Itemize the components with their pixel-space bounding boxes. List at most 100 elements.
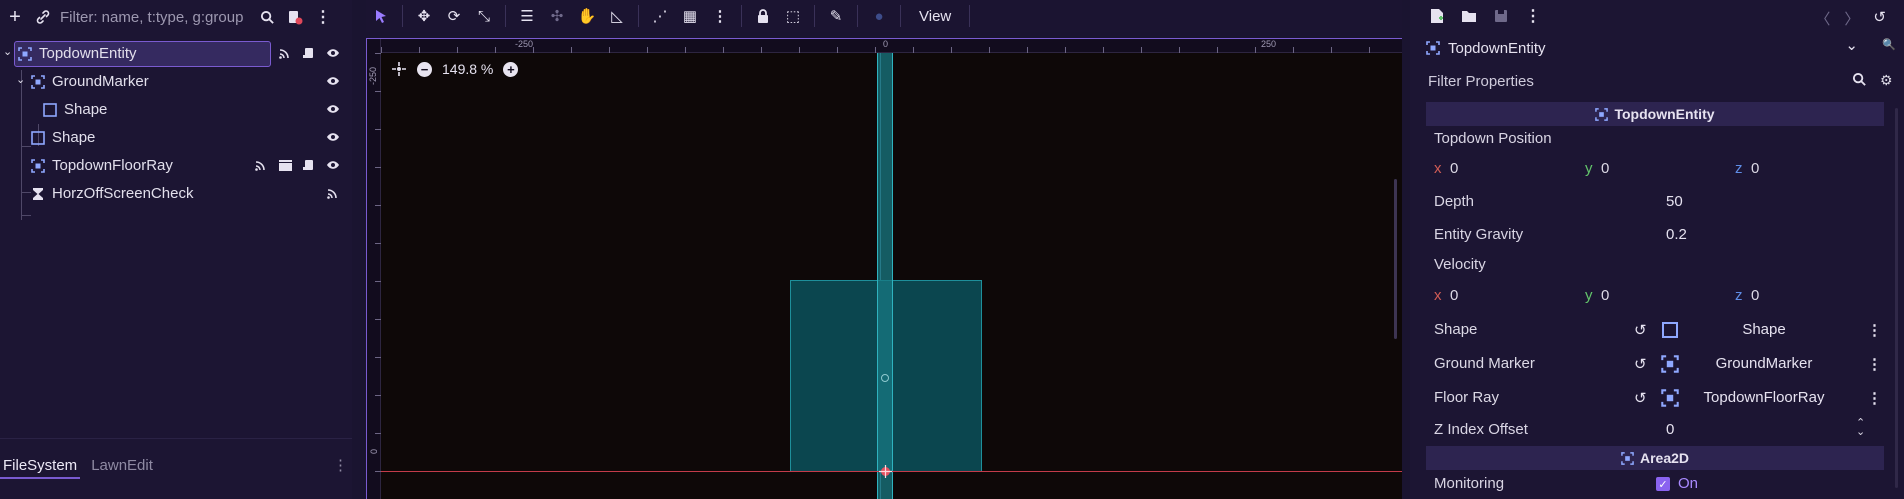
filter-properties-input[interactable] xyxy=(1428,70,1848,92)
toolbar-separator xyxy=(969,5,971,27)
inspector-scrollbar[interactable] xyxy=(1895,108,1898,488)
revert-icon[interactable]: ↺ xyxy=(1634,389,1647,407)
zoom-level[interactable]: 149.8 % xyxy=(442,61,493,77)
ruler-tick xyxy=(989,47,990,53)
search-icon[interactable] xyxy=(256,6,278,28)
smart-snap-icon[interactable]: ⋰ xyxy=(645,1,675,31)
zoom-in-button[interactable]: + xyxy=(503,61,519,77)
inspected-object-row[interactable]: TopdownEntity ⌄ 🔍 xyxy=(1426,36,1896,60)
z-value[interactable]: 0 xyxy=(1751,287,1759,304)
shape-value[interactable]: Shape xyxy=(1684,321,1844,338)
lock-icon[interactable] xyxy=(748,1,778,31)
tree-item-actions xyxy=(278,46,340,60)
spinner-arrows-icon[interactable]: ⌃ ⌄ xyxy=(1856,418,1865,438)
select-tool-icon[interactable] xyxy=(366,1,396,31)
tree-item-label: TopdownFloorRay xyxy=(52,157,173,174)
visibility-icon[interactable] xyxy=(326,130,340,144)
script-filter-icon[interactable] xyxy=(284,6,306,28)
visibility-icon[interactable] xyxy=(326,46,340,60)
bone-icon[interactable]: ✎ xyxy=(821,1,851,31)
move-tool-icon[interactable]: ✥ xyxy=(409,1,439,31)
velocity-field[interactable]: x 0 y 0 z 0 xyxy=(1434,287,1874,309)
z-value[interactable]: 0 xyxy=(1751,160,1759,177)
zoom-out-button[interactable]: − xyxy=(417,61,432,77)
script-icon[interactable] xyxy=(302,46,316,60)
view-menu[interactable]: View xyxy=(907,8,963,25)
ruler-tool-icon[interactable]: ◺ xyxy=(602,1,632,31)
floor-ray-value[interactable]: TopdownFloorRay xyxy=(1684,389,1844,406)
scene-filter-input[interactable] xyxy=(60,5,250,29)
tree-item-groundmarker[interactable]: ⌄ GroundMarker xyxy=(0,68,352,96)
forward-icon[interactable]: 〉 xyxy=(1844,8,1859,29)
link-icon[interactable] xyxy=(32,6,54,28)
more-options-icon[interactable]: ⋮ xyxy=(1867,389,1882,407)
visibility-icon[interactable] xyxy=(326,158,340,172)
x-axis-label: x xyxy=(1434,287,1442,304)
pan-tool-icon[interactable]: ✋ xyxy=(572,1,602,31)
tab-filesystem[interactable]: FileSystem xyxy=(0,453,81,479)
depth-value[interactable]: 50 xyxy=(1666,193,1683,210)
grid-snap-icon[interactable]: ▦ xyxy=(675,1,705,31)
rotate-tool-icon[interactable]: ⟳ xyxy=(439,1,469,31)
x-value[interactable]: 0 xyxy=(1450,287,1458,304)
pivot-tool-icon[interactable]: ✣ xyxy=(542,1,572,31)
tree-item-topdownentity[interactable]: ⌄ TopdownEntity xyxy=(0,40,352,68)
ground-marker-value[interactable]: GroundMarker xyxy=(1684,355,1844,372)
add-node-icon[interactable]: + xyxy=(4,6,26,28)
tab-lawnedit[interactable]: LawnEdit xyxy=(88,453,156,479)
history-icon[interactable]: ↺ xyxy=(1873,8,1886,29)
scale-tool-icon[interactable]: ⤡ xyxy=(469,1,499,31)
canvas-viewport[interactable]: -250 0 250 -250 0 − 149.8 % + xyxy=(366,38,1402,499)
revert-icon[interactable]: ↺ xyxy=(1634,355,1647,373)
section-area2d[interactable]: Area2D xyxy=(1426,446,1884,470)
script-icon[interactable] xyxy=(302,158,316,172)
more-options-icon[interactable]: ⋮ xyxy=(1867,321,1882,339)
tools-icon[interactable]: ⚙ xyxy=(1880,72,1893,89)
more-options-icon[interactable]: ⋮ xyxy=(1867,355,1882,373)
tree-item-horzoffscreencheck[interactable]: HorzOffScreenCheck xyxy=(0,180,352,208)
chevron-down-icon[interactable]: ⌄ xyxy=(1845,36,1858,54)
tree-item-shape-child[interactable]: Shape xyxy=(0,96,352,124)
tree-collapse-arrow[interactable]: ⌄ xyxy=(16,73,25,86)
signals-icon[interactable] xyxy=(278,46,292,60)
clapperboard-icon[interactable] xyxy=(278,158,292,172)
zoom-reset-icon[interactable] xyxy=(391,61,407,77)
x-value[interactable]: 0 xyxy=(1450,160,1458,177)
back-icon[interactable]: 〈 xyxy=(1815,8,1830,29)
node2d-icon xyxy=(1595,107,1609,121)
revert-icon[interactable]: ↺ xyxy=(1634,321,1647,339)
shape-icon xyxy=(43,103,57,117)
camera-override-icon[interactable]: ● xyxy=(864,1,894,31)
shape-center-handle[interactable] xyxy=(881,374,889,382)
toolbar-separator xyxy=(741,5,742,27)
z-index-offset-value[interactable]: 0 xyxy=(1666,421,1674,438)
topdown-position-label: Topdown Position xyxy=(1434,130,1552,147)
y-value[interactable]: 0 xyxy=(1601,160,1609,177)
signals-icon[interactable] xyxy=(254,158,268,172)
floor-ray-shape[interactable] xyxy=(877,53,893,499)
open-folder-icon[interactable] xyxy=(1458,5,1480,27)
topdown-position-field[interactable]: x 0 y 0 z 0 xyxy=(1434,160,1874,182)
more-options-icon[interactable]: ⋮ xyxy=(333,456,348,474)
more-options-icon[interactable]: ⋮ xyxy=(312,6,334,28)
monitoring-checkbox[interactable]: ✓ xyxy=(1656,477,1670,491)
new-resource-icon[interactable] xyxy=(1426,5,1448,27)
doc-icon[interactable]: 🔍 xyxy=(1882,38,1896,51)
entity-gravity-value[interactable]: 0.2 xyxy=(1666,226,1687,243)
save-icon[interactable] xyxy=(1490,5,1512,27)
signals-icon[interactable] xyxy=(326,186,340,200)
visibility-icon[interactable] xyxy=(326,102,340,116)
viewport-scrollbar[interactable] xyxy=(1394,179,1397,339)
more-options-icon[interactable]: ⋮ xyxy=(1522,5,1544,27)
search-icon[interactable] xyxy=(1852,72,1867,91)
section-topdownentity[interactable]: TopdownEntity xyxy=(1426,102,1884,126)
snap-options-icon[interactable]: ⋮ xyxy=(705,1,735,31)
group-icon[interactable]: ⬚ xyxy=(778,1,808,31)
y-value[interactable]: 0 xyxy=(1601,287,1609,304)
tree-collapse-arrow[interactable]: ⌄ xyxy=(3,45,12,58)
visibility-icon[interactable] xyxy=(326,74,340,88)
tree-item-shape[interactable]: Shape xyxy=(0,124,352,152)
tree-item-topdownfloorray[interactable]: TopdownFloorRay xyxy=(0,152,352,180)
list-select-icon[interactable]: ☰ xyxy=(512,1,542,31)
origin-pivot-icon[interactable] xyxy=(879,465,892,478)
